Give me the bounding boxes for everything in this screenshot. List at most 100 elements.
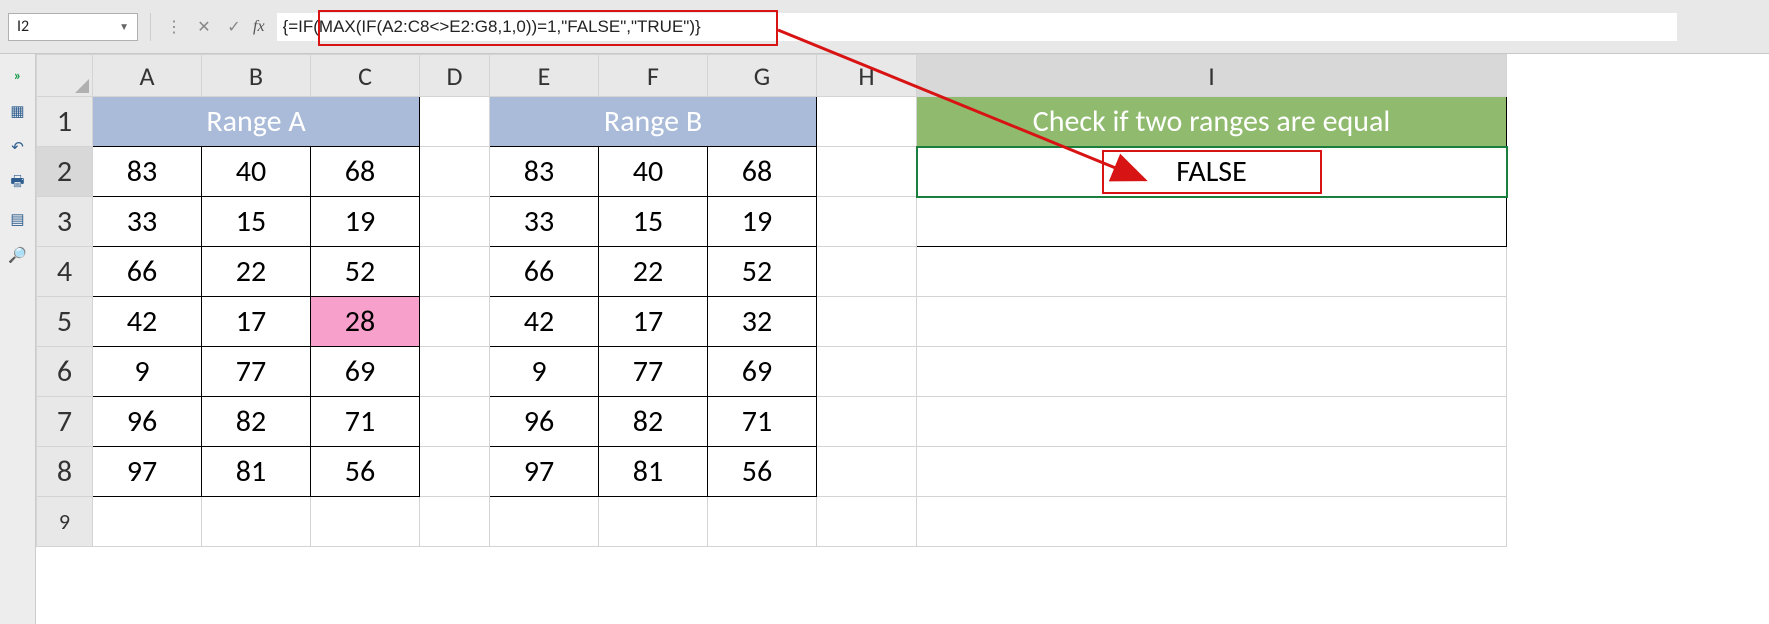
spreadsheet-grid[interactable]: A B C D E F G H I 1 Range A Range B Chec… <box>36 54 1769 624</box>
col-header-I[interactable]: I <box>917 55 1507 97</box>
cell-I8[interactable] <box>917 447 1507 497</box>
col-header-F[interactable]: F <box>599 55 708 97</box>
cell-F9[interactable] <box>599 497 708 547</box>
cell-D2[interactable] <box>420 147 490 197</box>
cell-H3[interactable] <box>817 197 917 247</box>
cell-C7[interactable]: 71 <box>311 397 420 447</box>
cell-E7[interactable]: 96 <box>490 397 599 447</box>
cell-F3[interactable]: 15 <box>599 197 708 247</box>
cell-I9[interactable] <box>917 497 1507 547</box>
cell-A5[interactable]: 42 <box>93 297 202 347</box>
cell-H8[interactable] <box>817 447 917 497</box>
cell-I5[interactable] <box>917 297 1507 347</box>
col-header-C[interactable]: C <box>311 55 420 97</box>
accept-icon[interactable]: ✓ <box>223 16 245 38</box>
cell-G2[interactable]: 68 <box>708 147 817 197</box>
cell-D7[interactable] <box>420 397 490 447</box>
range-a-header[interactable]: Range A <box>93 97 420 147</box>
row-header-9[interactable]: 9 <box>37 497 93 547</box>
row-header-8[interactable]: 8 <box>37 447 93 497</box>
print-icon[interactable]: 🖶 <box>7 172 29 194</box>
col-header-E[interactable]: E <box>490 55 599 97</box>
check-header[interactable]: Check if two ranges are equal <box>917 97 1507 147</box>
cell-G4[interactable]: 52 <box>708 247 817 297</box>
cell-D6[interactable] <box>420 347 490 397</box>
range-b-header[interactable]: Range B <box>490 97 817 147</box>
cell-F8[interactable]: 81 <box>599 447 708 497</box>
cell-I3[interactable] <box>917 197 1507 247</box>
name-box-dropdown-icon[interactable]: ▼ <box>119 20 129 33</box>
cell-E9[interactable] <box>490 497 599 547</box>
cell-G6[interactable]: 69 <box>708 347 817 397</box>
cell-C4[interactable]: 52 <box>311 247 420 297</box>
grid-icon[interactable]: ▤ <box>7 208 29 230</box>
cell-E4[interactable]: 66 <box>490 247 599 297</box>
cell-I7[interactable] <box>917 397 1507 447</box>
cell-E5[interactable]: 42 <box>490 297 599 347</box>
cell-H1[interactable] <box>817 97 917 147</box>
cell-I2[interactable]: FALSE <box>917 147 1507 197</box>
cell-G9[interactable] <box>708 497 817 547</box>
select-all-corner[interactable] <box>37 55 93 97</box>
cell-E3[interactable]: 33 <box>490 197 599 247</box>
col-header-B[interactable]: B <box>202 55 311 97</box>
cell-H6[interactable] <box>817 347 917 397</box>
name-box[interactable]: I2 ▼ <box>8 13 138 41</box>
undo-icon[interactable]: ↶ <box>7 136 29 158</box>
row-header-1[interactable]: 1 <box>37 97 93 147</box>
cell-C9[interactable] <box>311 497 420 547</box>
cell-A6[interactable]: 9 <box>93 347 202 397</box>
col-header-H[interactable]: H <box>817 55 917 97</box>
cell-E2[interactable]: 83 <box>490 147 599 197</box>
cell-F6[interactable]: 77 <box>599 347 708 397</box>
col-header-G[interactable]: G <box>708 55 817 97</box>
find-icon[interactable]: 🔎 <box>7 244 29 266</box>
cell-A8[interactable]: 97 <box>93 447 202 497</box>
cell-F5[interactable]: 17 <box>599 297 708 347</box>
cell-G5[interactable]: 32 <box>708 297 817 347</box>
cell-H9[interactable] <box>817 497 917 547</box>
cell-D3[interactable] <box>420 197 490 247</box>
cell-D9[interactable] <box>420 497 490 547</box>
cell-E6[interactable]: 9 <box>490 347 599 397</box>
row-header-7[interactable]: 7 <box>37 397 93 447</box>
cell-G8[interactable]: 56 <box>708 447 817 497</box>
cell-B2[interactable]: 40 <box>202 147 311 197</box>
row-header-6[interactable]: 6 <box>37 347 93 397</box>
cell-I6[interactable] <box>917 347 1507 397</box>
cell-F7[interactable]: 82 <box>599 397 708 447</box>
cell-A9[interactable] <box>93 497 202 547</box>
row-header-2[interactable]: 2 <box>37 147 93 197</box>
cell-G3[interactable]: 19 <box>708 197 817 247</box>
cell-A3[interactable]: 33 <box>93 197 202 247</box>
cell-C5[interactable]: 28 <box>311 297 420 347</box>
dots-icon[interactable]: ⋮ <box>163 16 185 38</box>
cell-A2[interactable]: 83 <box>93 147 202 197</box>
cell-E8[interactable]: 97 <box>490 447 599 497</box>
cell-H4[interactable] <box>817 247 917 297</box>
cell-B6[interactable]: 77 <box>202 347 311 397</box>
col-header-D[interactable]: D <box>420 55 490 97</box>
cell-C8[interactable]: 56 <box>311 447 420 497</box>
row-header-5[interactable]: 5 <box>37 297 93 347</box>
cell-B4[interactable]: 22 <box>202 247 311 297</box>
cell-B9[interactable] <box>202 497 311 547</box>
cell-B7[interactable]: 82 <box>202 397 311 447</box>
cell-F2[interactable]: 40 <box>599 147 708 197</box>
cell-D8[interactable] <box>420 447 490 497</box>
cancel-icon[interactable]: ✕ <box>193 16 215 38</box>
col-header-A[interactable]: A <box>93 55 202 97</box>
row-header-4[interactable]: 4 <box>37 247 93 297</box>
cell-C6[interactable]: 69 <box>311 347 420 397</box>
cell-B8[interactable]: 81 <box>202 447 311 497</box>
cell-A7[interactable]: 96 <box>93 397 202 447</box>
cell-D1[interactable] <box>420 97 490 147</box>
expand-panel-icon[interactable]: » <box>7 64 29 86</box>
cell-G7[interactable]: 71 <box>708 397 817 447</box>
cell-H2[interactable] <box>817 147 917 197</box>
cell-C2[interactable]: 68 <box>311 147 420 197</box>
cell-C3[interactable]: 19 <box>311 197 420 247</box>
cell-D4[interactable] <box>420 247 490 297</box>
table-icon[interactable]: ▦ <box>7 100 29 122</box>
cell-B5[interactable]: 17 <box>202 297 311 347</box>
